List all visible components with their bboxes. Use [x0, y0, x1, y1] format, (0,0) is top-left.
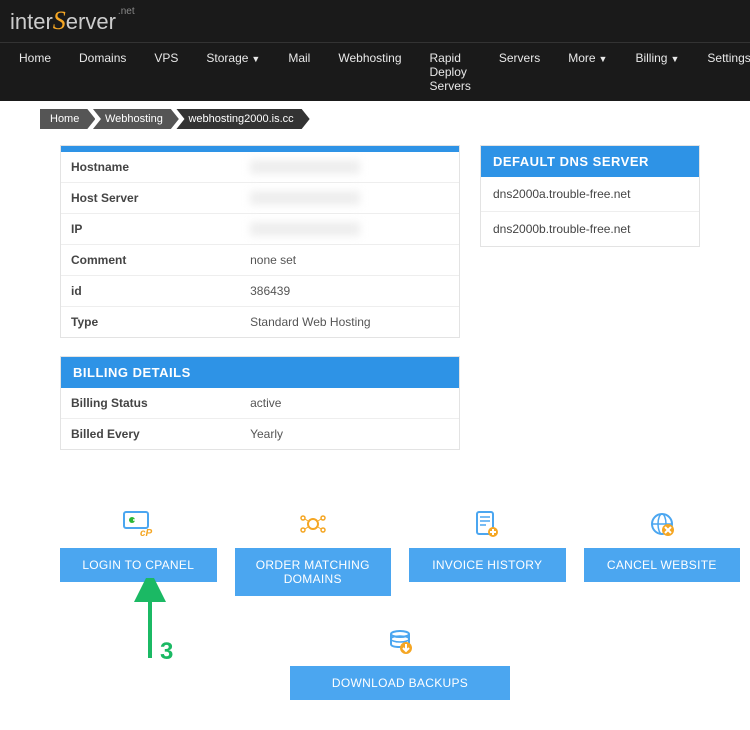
header-bar: interServer.net	[0, 0, 750, 42]
nav-domains[interactable]: Domains	[65, 43, 140, 101]
chevron-down-icon: ▼	[670, 54, 679, 64]
billing-heading: BILLING DETAILS	[61, 357, 459, 388]
details-table: Hostname Host Server IP Commentnone set …	[61, 152, 459, 337]
domains-icon	[235, 508, 392, 540]
chevron-down-icon: ▼	[251, 54, 260, 64]
nav-vps[interactable]: VPS	[140, 43, 192, 101]
breadcrumb: Home Webhosting webhosting2000.is.cc	[0, 101, 750, 145]
svg-text:cP: cP	[140, 528, 153, 538]
dns-heading: DEFAULT DNS SERVER	[481, 146, 699, 177]
nav-servers[interactable]: Servers	[485, 43, 554, 101]
nav-rapid-deploy[interactable]: Rapid Deploy Servers	[416, 43, 485, 101]
breadcrumb-home[interactable]: Home	[40, 109, 95, 129]
invoice-history-action[interactable]: INVOICE HISTORY	[409, 508, 566, 596]
id-value: 386439	[240, 276, 459, 307]
dns-panel: DEFAULT DNS SERVER dns2000a.trouble-free…	[480, 145, 700, 247]
nav-home[interactable]: Home	[5, 43, 65, 101]
nav-more[interactable]: More▼	[554, 43, 621, 101]
nav-storage[interactable]: Storage▼	[192, 43, 274, 101]
actions-row: cP LOGIN TO CPANEL ORDER MATCH	[60, 508, 740, 596]
order-domains-action[interactable]: ORDER MATCHING DOMAINS	[235, 508, 392, 596]
logo-text: inter	[10, 9, 53, 34]
download-icon	[290, 626, 510, 658]
comment-value: none set	[240, 245, 459, 276]
order-domains-button[interactable]: ORDER MATCHING DOMAINS	[235, 548, 392, 596]
logo-net: .net	[118, 6, 135, 17]
cancel-website-button[interactable]: CANCEL WEBSITE	[584, 548, 741, 582]
table-row: Host Server	[61, 183, 459, 214]
main-nav: Home Domains VPS Storage▼ Mail Webhostin…	[0, 42, 750, 101]
invoice-history-button[interactable]: INVOICE HISTORY	[409, 548, 566, 582]
table-row: id386439	[61, 276, 459, 307]
cancel-website-action[interactable]: CANCEL WEBSITE	[584, 508, 741, 596]
login-cpanel-button[interactable]: LOGIN TO CPANEL	[60, 548, 217, 582]
download-backups-button[interactable]: DOWNLOAD BACKUPS	[290, 666, 510, 700]
table-row: Hostname	[61, 152, 459, 183]
ip-value	[250, 222, 360, 236]
nav-webhosting[interactable]: Webhosting	[324, 43, 415, 101]
cpanel-icon: cP	[60, 508, 217, 540]
table-row: TypeStandard Web Hosting	[61, 307, 459, 338]
logo-text2: erver	[66, 9, 116, 34]
breadcrumb-current: webhosting2000.is.cc	[176, 109, 309, 129]
nav-mail[interactable]: Mail	[274, 43, 324, 101]
dns-server-item: dns2000b.trouble-free.net	[481, 212, 699, 246]
hostname-value	[250, 160, 360, 174]
login-cpanel-action[interactable]: cP LOGIN TO CPANEL	[60, 508, 217, 596]
billing-panel: BILLING DETAILS Billing Statusactive Bil…	[60, 356, 460, 450]
cancel-icon	[584, 508, 741, 540]
billed-every-value: Yearly	[240, 419, 459, 450]
billing-table: Billing Statusactive Billed EveryYearly	[61, 388, 459, 449]
table-row: IP	[61, 214, 459, 245]
invoice-icon	[409, 508, 566, 540]
chevron-down-icon: ▼	[599, 54, 608, 64]
nav-settings[interactable]: Settings▼	[693, 43, 750, 101]
details-panel: Hostname Host Server IP Commentnone set …	[60, 145, 460, 338]
dns-server-item: dns2000a.trouble-free.net	[481, 177, 699, 212]
billing-status-value: active	[240, 388, 459, 419]
table-row: Billing Statusactive	[61, 388, 459, 419]
logo[interactable]: interServer.net	[10, 6, 135, 36]
breadcrumb-webhosting[interactable]: Webhosting	[93, 109, 179, 129]
download-backups-action[interactable]: DOWNLOAD BACKUPS	[290, 626, 510, 700]
table-row: Commentnone set	[61, 245, 459, 276]
type-value: Standard Web Hosting	[240, 307, 459, 338]
table-row: Billed EveryYearly	[61, 419, 459, 450]
logo-s: S	[53, 6, 66, 35]
hostserver-value	[250, 191, 360, 205]
nav-billing[interactable]: Billing▼	[621, 43, 693, 101]
